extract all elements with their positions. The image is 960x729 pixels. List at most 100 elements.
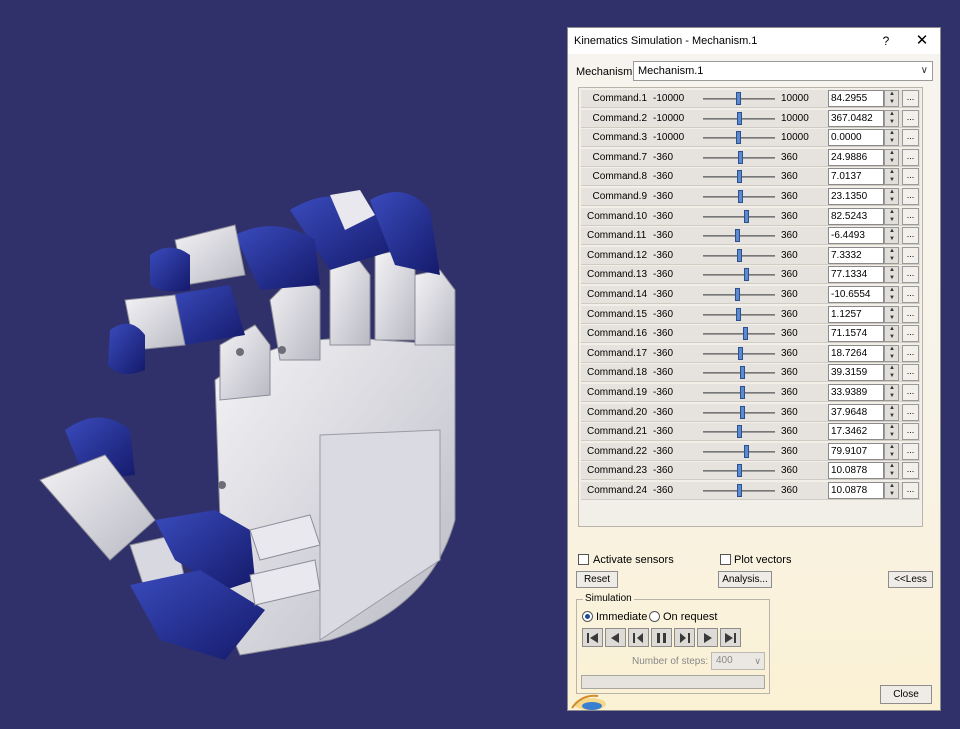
reset-button[interactable]: Reset [576,571,618,588]
command-more-button[interactable]: ... [902,188,919,205]
slider-thumb[interactable] [736,170,742,184]
spin-down-icon[interactable]: ▼ [887,275,897,282]
command-more-button[interactable]: ... [902,129,919,147]
command-slider[interactable] [703,190,775,203]
command-value-field[interactable]: 7.0137 [828,168,884,186]
robotic-hand-model[interactable] [0,0,560,729]
command-value-field[interactable]: 7.3332 [828,246,884,264]
slider-thumb[interactable] [743,327,749,341]
spin-up-icon[interactable]: ▲ [887,326,897,333]
command-spinner[interactable]: ▲ ▼ [884,90,899,107]
command-spinner[interactable]: ▲ ▼ [884,207,899,225]
command-value-field[interactable]: 17.3462 [828,423,884,441]
activate-sensors-checkbox[interactable] [578,554,589,565]
command-slider[interactable] [703,170,775,184]
spin-up-icon[interactable]: ▲ [887,111,897,118]
slider-thumb[interactable] [737,425,743,439]
dialog-titlebar[interactable]: Kinematics Simulation - Mechanism.1 ? ✕ [568,28,940,54]
command-slider[interactable] [703,268,775,282]
less-button[interactable]: <<Less [888,571,933,588]
spin-down-icon[interactable]: ▼ [887,452,897,459]
spin-up-icon[interactable]: ▲ [887,405,897,412]
command-slider[interactable] [703,444,775,458]
spin-up-icon[interactable]: ▲ [887,267,897,274]
command-spinner[interactable]: ▲ ▼ [884,423,899,441]
spin-up-icon[interactable]: ▲ [887,169,897,176]
command-slider[interactable] [703,307,775,321]
spin-down-icon[interactable]: ▼ [887,334,897,341]
command-slider[interactable] [703,248,775,262]
plot-vectors-checkbox[interactable] [720,554,731,565]
spin-down-icon[interactable]: ▼ [887,471,897,478]
slider-thumb[interactable] [736,464,742,478]
spin-up-icon[interactable]: ▲ [887,91,897,98]
spin-up-icon[interactable]: ▲ [887,189,897,196]
command-spinner[interactable]: ▲ ▼ [884,246,899,264]
command-spinner[interactable]: ▲ ▼ [884,364,899,382]
command-more-button[interactable]: ... [902,325,919,343]
command-value-field[interactable]: -10.6554 [828,286,884,303]
command-more-button[interactable]: ... [902,305,919,323]
command-spinner[interactable]: ▲ ▼ [884,168,899,186]
slider-thumb[interactable] [735,229,741,243]
spin-up-icon[interactable]: ▲ [887,463,897,470]
spin-down-icon[interactable]: ▼ [887,432,897,439]
spin-down-icon[interactable]: ▼ [887,354,897,361]
spin-down-icon[interactable]: ▼ [887,99,897,106]
command-more-button[interactable]: ... [902,482,919,499]
command-more-button[interactable]: ... [902,286,919,303]
slider-thumb[interactable] [743,268,749,282]
spin-down-icon[interactable]: ▼ [887,197,897,204]
command-value-field[interactable]: -6.4493 [828,227,884,245]
command-spinner[interactable]: ▲ ▼ [884,148,899,166]
command-value-field[interactable]: 10.0878 [828,462,884,480]
immediate-radio[interactable] [582,611,593,622]
slider-thumb[interactable] [739,366,745,380]
command-value-field[interactable]: 71.1574 [828,325,884,343]
on-request-radio[interactable] [649,611,660,622]
command-slider[interactable] [703,484,775,497]
spin-down-icon[interactable]: ▼ [887,256,897,263]
command-more-button[interactable]: ... [902,442,919,460]
command-more-button[interactable]: ... [902,384,919,401]
command-value-field[interactable]: 33.9389 [828,384,884,401]
spin-up-icon[interactable]: ▲ [887,150,897,157]
spin-up-icon[interactable]: ▲ [887,444,897,451]
slider-thumb[interactable] [743,444,749,458]
command-more-button[interactable]: ... [902,109,919,127]
command-value-field[interactable]: 79.9107 [828,442,884,460]
command-spinner[interactable]: ▲ ▼ [884,442,899,460]
number-of-steps-dropdown[interactable]: 400 ∨ [711,652,765,670]
slider-thumb[interactable] [743,209,749,223]
command-slider[interactable] [703,209,775,223]
spin-up-icon[interactable]: ▲ [887,209,897,216]
spin-down-icon[interactable]: ▼ [887,373,897,380]
spin-up-icon[interactable]: ▲ [887,287,897,294]
command-more-button[interactable]: ... [902,462,919,480]
command-spinner[interactable]: ▲ ▼ [884,286,899,303]
spin-down-icon[interactable]: ▼ [887,413,897,420]
spin-up-icon[interactable]: ▲ [887,346,897,353]
command-more-button[interactable]: ... [902,207,919,225]
slider-thumb[interactable] [739,386,745,399]
command-spinner[interactable]: ▲ ▼ [884,344,899,362]
spin-down-icon[interactable]: ▼ [887,177,897,184]
slider-thumb[interactable] [738,150,744,164]
spin-down-icon[interactable]: ▼ [887,315,897,322]
spin-down-icon[interactable]: ▼ [887,491,897,498]
play-forward-button[interactable] [697,628,718,647]
command-slider[interactable] [703,405,775,419]
spin-down-icon[interactable]: ▼ [887,119,897,126]
slider-thumb[interactable] [737,111,743,125]
command-more-button[interactable]: ... [902,423,919,441]
spin-down-icon[interactable]: ▼ [887,393,897,400]
spin-down-icon[interactable]: ▼ [887,236,897,243]
command-spinner[interactable]: ▲ ▼ [884,227,899,245]
command-spinner[interactable]: ▲ ▼ [884,462,899,480]
command-more-button[interactable]: ... [902,364,919,382]
command-slider[interactable] [703,229,775,243]
command-value-field[interactable]: 24.9886 [828,148,884,166]
command-value-field[interactable]: 0.0000 [828,129,884,147]
jump-to-start-button[interactable] [582,628,603,647]
command-spinner[interactable]: ▲ ▼ [884,403,899,421]
